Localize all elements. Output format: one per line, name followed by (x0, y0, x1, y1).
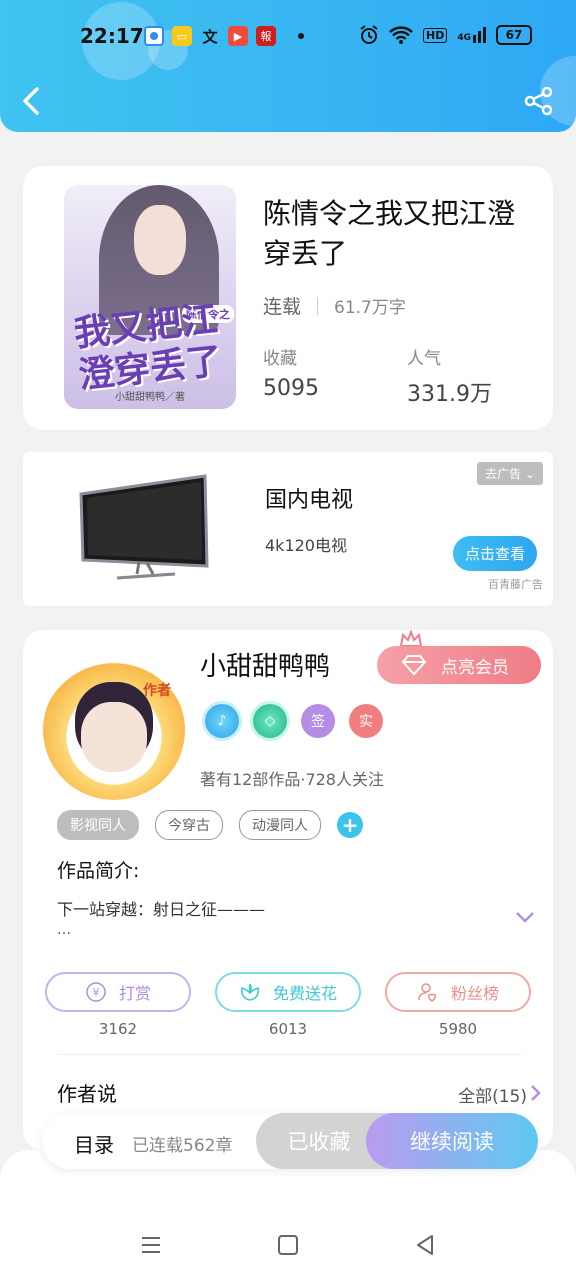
popularity-value: 331.9万 (407, 382, 492, 407)
tag-pill[interactable]: 影视同人 (57, 810, 139, 840)
fans-action[interactable]: 粉丝榜 5980 (385, 972, 531, 1038)
signal-icon: 4G (457, 27, 486, 43)
news-app-icon: 報 (256, 26, 276, 46)
ad-source: 百青藤广告 (488, 578, 543, 591)
avatar-author-tag: 作者 (143, 683, 171, 699)
continue-reading-button[interactable]: 继续阅读 (366, 1113, 538, 1169)
home-nav-icon[interactable] (273, 1230, 303, 1260)
divider (317, 296, 319, 315)
ad-title: 国内电视 (265, 488, 354, 513)
flower-action[interactable]: 免费送花 6013 (215, 972, 361, 1038)
ad-subtitle: 4k120电视 (265, 536, 347, 555)
bottom-sheet (0, 1150, 576, 1280)
avatar-face (81, 702, 147, 772)
author-says-heading: 作者说 (57, 1082, 117, 1106)
remove-ad-button[interactable]: 去广告 ⌄ (477, 462, 543, 485)
battery-icon: 67 (496, 25, 532, 45)
flower-icon (241, 983, 259, 1001)
author-badges: ♪ ◇ 签 实 (205, 704, 383, 738)
book-status: 连载 (263, 296, 302, 318)
popularity-label: 人气 (407, 349, 441, 369)
diamond-icon (401, 655, 427, 676)
reward-label: 打赏 (118, 984, 151, 1003)
note-app-icon: ▭ (172, 26, 192, 46)
status-bar: 22:17 ▭ 文 ▶ 報 HD 4G 67 (0, 22, 576, 52)
book-words: 61.7万字 (334, 298, 406, 318)
favorites-label: 收藏 (263, 349, 297, 369)
expand-chevron-icon[interactable] (515, 910, 535, 924)
chapter-count: 已连载562章 (132, 1136, 233, 1156)
book-meta: 连载 61.7万字 (263, 292, 406, 319)
flower-label: 免费送花 (272, 984, 337, 1003)
top-header: 22:17 ▭ 文 ▶ 報 HD 4G 67 (0, 0, 576, 132)
author-card: 作者 小甜甜鸭鸭 点亮会员 ♪ ◇ 签 实 著有12部作品·728人关注 影视同… (23, 630, 553, 1150)
alarm-icon (360, 25, 378, 44)
reward-action[interactable]: ¥ 打赏 3162 (45, 972, 191, 1038)
favorites-value: 5095 (263, 376, 319, 401)
tv-image (79, 474, 209, 580)
author-meta: 著有12部作品·728人关注 (200, 770, 384, 789)
fans-button[interactable]: 粉丝榜 (385, 972, 531, 1012)
vip-button-label: 点亮会员 (441, 657, 509, 678)
svg-text:¥: ¥ (92, 986, 99, 999)
cover-art-face (134, 205, 186, 275)
tag-pill[interactable]: 今穿古 (155, 810, 223, 840)
author-says-all-link[interactable]: 全部(15) (458, 1082, 527, 1107)
toc-button[interactable]: 目录 (74, 1129, 114, 1158)
intro-text: 下一站穿越：射日之征——— (57, 900, 266, 919)
favorited-label: 已收藏 (287, 1130, 351, 1154)
book-info-card: 陈情令之 我又把江澄穿丢了 小甜甜鸭鸭／著 陈情令之我又把江澄穿丢了 连载 61… (23, 166, 553, 430)
fans-icon (418, 983, 437, 1002)
yuan-coin-icon: ¥ (86, 982, 106, 1002)
diamond-badge-icon[interactable]: ◇ (253, 704, 287, 738)
verified-badge[interactable]: 实 (349, 704, 383, 738)
author-avatar[interactable]: 作者 (43, 660, 185, 800)
flower-count: 6013 (268, 1020, 308, 1038)
bottom-action-bar: 目录 已连载562章 已收藏 继续阅读 (42, 1113, 538, 1169)
signed-badge[interactable]: 签 (301, 704, 335, 738)
hd-indicator: HD (423, 27, 448, 43)
fans-label: 粉丝榜 (450, 984, 499, 1003)
browser-icon (144, 26, 164, 46)
author-name[interactable]: 小甜甜鸭鸭 (200, 646, 330, 683)
tag-pill[interactable]: 动漫同人 (239, 810, 321, 840)
chevron-down-icon: ⌄ (524, 467, 535, 481)
book-title: 陈情令之我又把江澄穿丢了 (263, 197, 516, 270)
video-app-icon: ▶ (228, 26, 248, 46)
reward-button[interactable]: ¥ 打赏 (45, 972, 191, 1012)
divider (57, 1054, 521, 1055)
flower-button[interactable]: 免费送花 (215, 972, 361, 1012)
music-badge-icon[interactable]: ♪ (205, 704, 239, 738)
status-right: HD 4G 67 (359, 25, 532, 45)
remove-ad-label: 去广告 (485, 467, 522, 481)
add-tag-icon[interactable]: + (337, 812, 363, 838)
menu-nav-icon[interactable] (136, 1230, 166, 1260)
translate-icon: 文 (202, 27, 218, 46)
cover-title: 我又把江澄穿丢了 (72, 298, 225, 397)
cover-author: 小甜甜鸭鸭／著 (115, 392, 185, 403)
author-tags: 影视同人 今穿古 动漫同人 + (57, 810, 363, 840)
author-actions: ¥ 打赏 3162 免费送花 6013 粉丝榜 5980 (45, 972, 531, 1038)
share-icon[interactable] (524, 86, 554, 116)
status-time: 22:17 (80, 24, 144, 48)
reward-count: 3162 (98, 1020, 138, 1038)
chevron-right-icon[interactable] (529, 1084, 541, 1102)
fans-count: 5980 (438, 1020, 478, 1038)
ad-view-button[interactable]: 点击查看 (452, 536, 537, 571)
intro-ellipsis: … (57, 922, 71, 938)
wifi-icon (389, 26, 413, 44)
back-arrow-icon[interactable] (20, 86, 44, 116)
back-nav-icon[interactable] (410, 1230, 440, 1260)
vip-button[interactable]: 点亮会员 (377, 646, 541, 684)
ad-card[interactable]: 国内电视 4k120电视 去广告 ⌄ 点击查看 百青藤广告 (23, 452, 553, 606)
notification-icons: ▭ 文 ▶ 報 (144, 26, 304, 46)
more-notifications-dot (298, 33, 304, 39)
intro-heading: 作品简介: (57, 860, 140, 882)
book-cover[interactable]: 陈情令之 我又把江澄穿丢了 小甜甜鸭鸭／著 (64, 185, 236, 409)
